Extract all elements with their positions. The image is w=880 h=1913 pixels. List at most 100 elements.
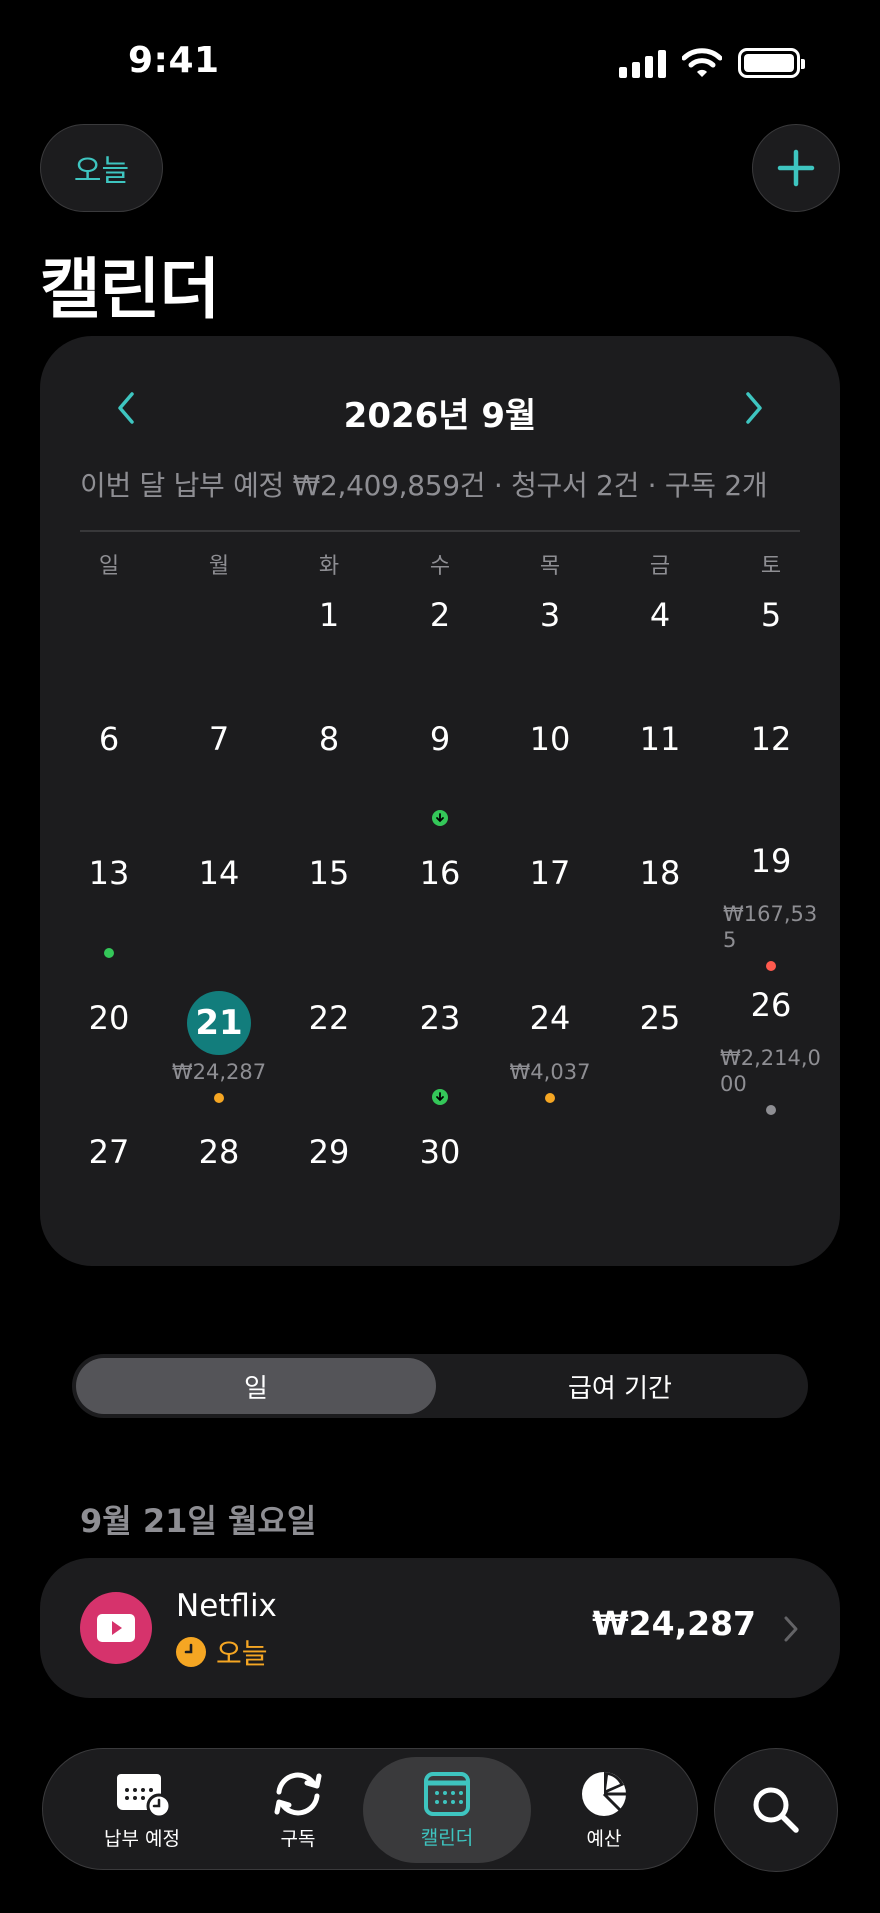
weekday-mon: 월 — [208, 554, 230, 579]
wifi-icon — [682, 48, 722, 77]
status-bar: 9:41 — [0, 0, 880, 130]
day-number: 29 — [308, 1133, 350, 1171]
tab-bar: 납부 예정 구독 캘린더 예산 — [42, 1748, 698, 1870]
day-number: 5 — [760, 596, 782, 634]
page-title: 캘린더 — [40, 251, 220, 328]
day-number: 13 — [88, 854, 130, 892]
day-number: 22 — [308, 999, 350, 1037]
tab-budget[interactable]: 예산 — [529, 1757, 679, 1863]
day-number: 27 — [88, 1133, 130, 1171]
day-number: 12 — [750, 720, 792, 758]
calendar-day[interactable]: 24 — [500, 999, 600, 1037]
weekday-wed: 수 — [429, 554, 451, 579]
tab-calendar[interactable]: 캘린더 — [363, 1757, 531, 1863]
day-number: 19 — [750, 842, 792, 880]
weekday-thu: 목 — [539, 554, 561, 579]
today-day-marker[interactable]: 21 — [187, 991, 251, 1055]
day-number: 25 — [639, 999, 681, 1037]
month-summary: 이번 달 납부 예정 ₩2,409,859건 · 청구서 2건 · 구독 2개 — [80, 469, 768, 502]
day-number: 6 — [98, 720, 120, 758]
battery-icon — [738, 48, 805, 78]
tab-label: 납부 예정 — [104, 1827, 180, 1850]
neutral-dot — [766, 1105, 776, 1115]
calendar-day[interactable]: 2 — [390, 596, 490, 634]
day-number: 26 — [750, 986, 792, 1024]
weekday-sun: 일 — [98, 554, 120, 579]
tab-subscriptions[interactable]: 구독 — [223, 1757, 373, 1863]
play-icon — [80, 1592, 152, 1664]
calendar-day[interactable]: 12 — [721, 720, 821, 758]
calendar-day[interactable]: 6 — [59, 720, 159, 758]
today-button[interactable]: 오늘 — [40, 124, 163, 212]
refresh-icon — [274, 1772, 322, 1815]
day-amount: ₩2,214,0 — [720, 1046, 821, 1070]
subscription-status: 오늘 — [176, 1632, 268, 1672]
calendar-day[interactable]: 26 — [721, 986, 821, 1024]
calendar-day[interactable]: 4 — [610, 596, 710, 634]
segment-day[interactable]: 일 — [76, 1358, 436, 1414]
calendar-day[interactable]: 9 — [390, 720, 490, 758]
calendar-day[interactable]: 29 — [279, 1133, 379, 1171]
calendar-day[interactable]: 20 — [59, 999, 159, 1037]
income-indicator-icon — [432, 810, 448, 826]
day-number: 20 — [88, 999, 130, 1037]
tab-upcoming-payments[interactable]: 납부 예정 — [67, 1757, 217, 1863]
subscription-row[interactable]: Netflix 오늘 ₩24,287 — [40, 1558, 840, 1698]
calendar-day[interactable]: 28 — [169, 1133, 269, 1171]
calendar-day[interactable]: 16 — [390, 854, 490, 892]
day-number: 11 — [639, 720, 681, 758]
calendar-day[interactable]: 11 — [610, 720, 710, 758]
view-mode-segmented-control: 일 급여 기간 — [72, 1354, 808, 1418]
chevron-right-icon — [746, 392, 762, 424]
day-number: 8 — [318, 720, 340, 758]
calendar-day[interactable]: 7 — [169, 720, 269, 758]
tab-label: 캘린더 — [420, 1826, 474, 1849]
signal-icon — [619, 48, 666, 78]
calendar-day[interactable]: 8 — [279, 720, 379, 758]
day-amount: ₩24,287 — [171, 1060, 267, 1084]
upcoming-dot — [545, 1093, 555, 1103]
calendar-day[interactable]: 5 — [721, 596, 821, 634]
day-number: 23 — [419, 999, 461, 1037]
subscription-amount: ₩24,287 — [592, 1604, 756, 1643]
calendar-day[interactable]: 3 — [500, 596, 600, 634]
upcoming-dot — [214, 1093, 224, 1103]
subscription-status-label: 오늘 — [216, 1637, 268, 1670]
selected-date-heading: 9월 21일 월요일 — [80, 1502, 317, 1540]
day-number: 18 — [639, 854, 681, 892]
calendar-day[interactable]: 1 — [279, 596, 379, 634]
next-month-button[interactable] — [732, 386, 776, 430]
calendar-day[interactable]: 22 — [279, 999, 379, 1037]
calendar-day[interactable]: 23 — [390, 999, 490, 1037]
calendar-day[interactable]: 19 — [721, 842, 821, 880]
calendar-day[interactable]: 17 — [500, 854, 600, 892]
tab-label: 예산 — [586, 1827, 622, 1850]
calendar-card: 2026년 9월 이번 달 납부 예정 ₩2,409,859건 · 청구서 2건… — [40, 336, 840, 1266]
calendar-icon — [424, 1771, 470, 1816]
calendar-day[interactable]: 27 — [59, 1133, 159, 1171]
calendar-day[interactable]: 14 — [169, 854, 269, 892]
day-number: 15 — [308, 854, 350, 892]
day-number: 30 — [419, 1133, 461, 1171]
add-button[interactable] — [752, 124, 840, 212]
calendar-day[interactable]: 25 — [610, 999, 710, 1037]
income-dot — [104, 948, 114, 958]
calendar-day[interactable]: 13 — [59, 854, 159, 892]
segment-pay-period[interactable]: 급여 기간 — [436, 1358, 804, 1414]
weekday-sat: 토 — [760, 554, 782, 579]
pie-chart-icon — [582, 1771, 626, 1816]
calendar-day[interactable]: 15 — [279, 854, 379, 892]
calendar-day[interactable]: 18 — [610, 854, 710, 892]
subscription-name: Netflix — [176, 1588, 277, 1624]
calendar-day[interactable]: 10 — [500, 720, 600, 758]
day-amount: 5 — [723, 928, 737, 952]
weekday-tue: 화 — [318, 554, 340, 579]
weekday-fri: 금 — [649, 554, 671, 579]
search-button[interactable] — [714, 1748, 838, 1872]
calendar-day[interactable]: 30 — [390, 1133, 490, 1171]
day-number: 28 — [198, 1133, 240, 1171]
day-number: 3 — [539, 596, 561, 634]
day-number: 9 — [429, 720, 451, 758]
divider — [80, 530, 800, 532]
day-number: 16 — [419, 854, 461, 892]
